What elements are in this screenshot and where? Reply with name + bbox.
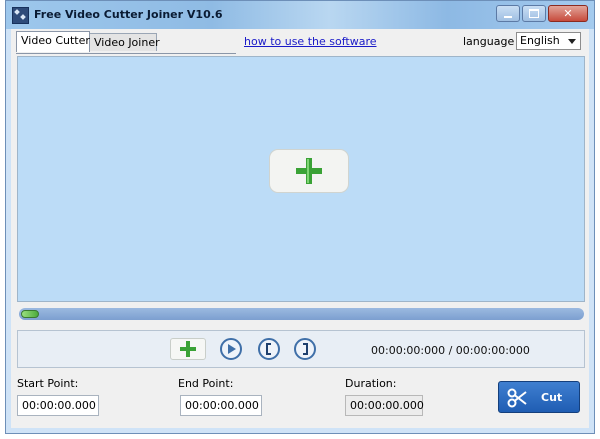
title-bar[interactable]: Free Video Cutter Joiner V10.6 ✕ — [6, 1, 594, 29]
timeline-progress-bar[interactable] — [19, 308, 584, 320]
language-select-value: English — [520, 34, 560, 47]
add-video-button[interactable] — [269, 149, 349, 193]
set-end-button[interactable] — [294, 338, 316, 360]
progress-thumb[interactable] — [21, 310, 39, 318]
main-content: Video Cutter Video Joiner how to use the… — [11, 29, 589, 428]
playback-controls: 00:00:00:000 / 00:00:00:000 — [17, 330, 585, 368]
window-controls: ✕ — [496, 5, 588, 22]
language-select[interactable]: English — [516, 32, 581, 50]
bracket-close-icon — [303, 343, 308, 355]
close-icon: ✕ — [563, 7, 573, 20]
duration-field: 00:00:00.000 — [345, 395, 424, 416]
plus-icon — [180, 341, 196, 357]
maximize-button[interactable] — [522, 5, 546, 22]
window-title: Free Video Cutter Joiner V10.6 — [34, 8, 223, 21]
app-logo-icon — [12, 7, 29, 24]
scissors-icon — [507, 388, 527, 408]
end-point-label: End Point: — [178, 377, 234, 390]
start-point-label: Start Point: — [17, 377, 79, 390]
plus-icon — [296, 158, 322, 184]
close-button[interactable]: ✕ — [548, 5, 588, 22]
chevron-down-icon — [568, 39, 576, 44]
set-start-button[interactable] — [258, 338, 280, 360]
end-point-field[interactable]: 00:00:00.000 — [180, 395, 262, 416]
tab-video-cutter[interactable]: Video Cutter — [16, 31, 90, 52]
play-icon — [228, 344, 236, 354]
duration-label: Duration: — [345, 377, 397, 390]
how-to-use-link[interactable]: how to use the software — [244, 35, 377, 48]
timecode-display: 00:00:00:000 / 00:00:00:000 — [371, 344, 530, 357]
tab-video-joiner[interactable]: Video Joiner — [89, 33, 160, 51]
tab-underline — [16, 53, 236, 54]
maximize-icon — [529, 9, 539, 18]
language-label: language — [463, 35, 515, 48]
video-preview-area[interactable] — [17, 56, 585, 302]
add-file-button[interactable] — [170, 338, 206, 360]
minimize-button[interactable] — [496, 5, 520, 22]
minimize-icon — [504, 15, 512, 18]
bracket-open-icon — [266, 343, 271, 355]
play-button[interactable] — [220, 338, 242, 360]
cut-button[interactable]: Cut — [498, 381, 580, 413]
start-point-field[interactable]: 00:00:00.000 — [17, 395, 99, 416]
app-window: Free Video Cutter Joiner V10.6 ✕ Video C… — [5, 0, 595, 434]
cut-button-label: Cut — [541, 391, 563, 404]
